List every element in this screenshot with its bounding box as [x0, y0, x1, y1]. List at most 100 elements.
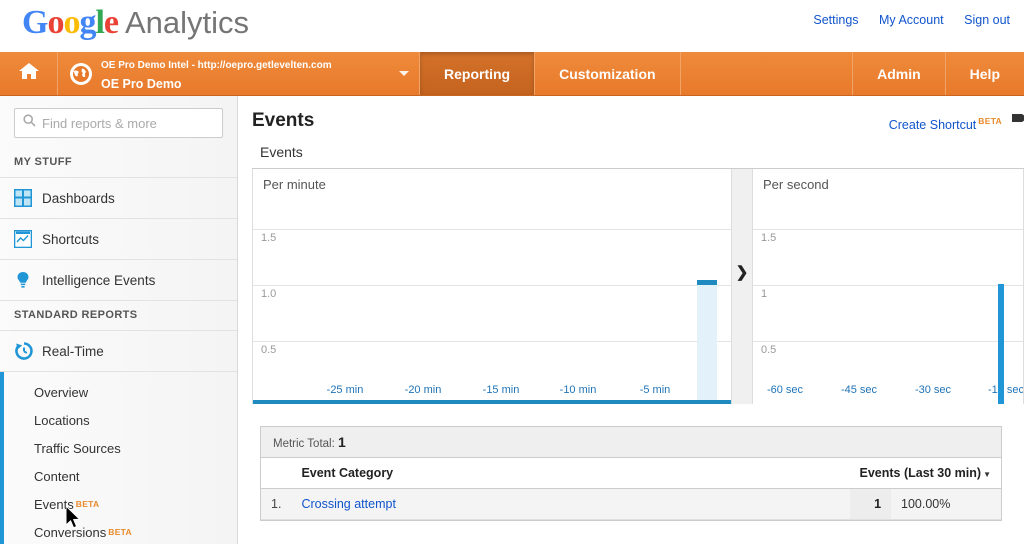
chevron-right-icon: ❯: [735, 264, 749, 281]
xtick-label: -20 min: [404, 384, 442, 396]
sidebar-item-dashboards[interactable]: Dashboards: [0, 178, 237, 219]
sidebar-item-traffic-sources[interactable]: Traffic Sources: [0, 434, 237, 462]
realtime-subnav: Overview Locations Traffic Sources Conte…: [0, 372, 237, 544]
sidebar-section-standard-reports: STANDARD REPORTS: [0, 301, 237, 331]
dashboards-icon: [14, 189, 42, 207]
metric-total-value: 1: [337, 434, 346, 450]
sidebar-item-overview[interactable]: Overview: [0, 378, 237, 406]
lightbulb-icon: [14, 271, 42, 289]
page-header: Events Create Shortcut BETA: [252, 96, 1024, 140]
chart-baseline: [253, 400, 731, 404]
row-events-value: 1: [849, 488, 892, 520]
tab-customization[interactable]: Customization: [535, 52, 681, 95]
beta-badge: BETA: [75, 499, 100, 509]
xtick-label: -15 sec: [987, 384, 1024, 396]
chart-per-second: Per second 1.5 1 0.5 -60 sec -45 sec -30…: [752, 169, 1024, 404]
section-title: Events: [260, 144, 303, 160]
sidebar-item-events[interactable]: Events BETA: [0, 490, 237, 518]
column-events-last-30-min[interactable]: Events (Last 30 min) ▼: [849, 458, 1001, 489]
ytick-label: 0.5: [261, 344, 277, 356]
home-icon: [18, 61, 40, 86]
sidebar-subitem-label: Content: [34, 468, 80, 484]
sidebar-item-real-time[interactable]: Real-Time: [0, 331, 237, 372]
sidebar-item-conversions[interactable]: Conversions BETA: [0, 518, 237, 544]
nav-right-group: Admin Help: [853, 52, 1024, 95]
sidebar-subitem-label: Conversions: [34, 524, 107, 540]
bar-per-second-latest[interactable]: [998, 284, 1004, 404]
table-header-row: Event Category Events (Last 30 min) ▼: [261, 458, 1001, 489]
sidebar-subitem-label: Events: [34, 496, 74, 512]
column-events-label: Events (Last 30 min): [859, 466, 982, 480]
row-category-link[interactable]: Crossing attempt: [301, 497, 395, 511]
property-name: OE Pro Demo: [101, 76, 182, 91]
ytick-label: 1.5: [761, 232, 777, 244]
realtime-icon: [14, 341, 42, 361]
create-shortcut-link[interactable]: Create Shortcut: [889, 118, 977, 132]
ytick-label: 0.5: [761, 344, 777, 356]
main-area: MY STUFF Dashboards: [0, 96, 1024, 544]
tab-help[interactable]: Help: [946, 52, 1024, 95]
settings-link[interactable]: Settings: [813, 13, 858, 27]
sidebar-search-wrap: [0, 96, 237, 148]
sidebar-item-intelligence-events[interactable]: Intelligence Events: [0, 260, 237, 301]
xtick-label: -15 min: [482, 384, 520, 396]
xtick-label: -25 min: [326, 384, 364, 396]
sidebar-item-shortcuts[interactable]: Shortcuts: [0, 219, 237, 260]
xtick-label: -30 sec: [914, 384, 952, 396]
search-input[interactable]: [42, 115, 218, 131]
sidebar: MY STUFF Dashboards: [0, 96, 238, 544]
sidebar-item-locations[interactable]: Locations: [0, 406, 237, 434]
row-category: Crossing attempt: [291, 488, 850, 520]
google-analytics-logo: Google Analytics: [22, 4, 250, 41]
sign-out-link[interactable]: Sign out: [964, 13, 1010, 27]
sidebar-item-label: Dashboards: [42, 190, 115, 206]
chart-separator: ❯: [732, 169, 752, 404]
sort-descending-icon: ▼: [983, 470, 991, 479]
sidebar-subitem-label: Traffic Sources: [34, 440, 121, 456]
search-icon: [23, 114, 36, 132]
sidebar-subitem-label: Overview: [34, 384, 89, 400]
property-url: OE Pro Demo Intel - http://oepro.getleve…: [101, 59, 332, 71]
search-box[interactable]: [14, 108, 223, 138]
sidebar-item-label: Shortcuts: [42, 231, 100, 247]
sidebar-subitem-label: Locations: [34, 412, 90, 428]
top-bar: Google Analytics Settings My Account Sign…: [0, 0, 1024, 52]
ytick-label: 1.5: [261, 232, 277, 244]
page-title: Events: [252, 110, 315, 131]
tab-reporting[interactable]: Reporting: [420, 52, 536, 95]
beta-badge: BETA: [108, 527, 132, 537]
xtick-label: -60 sec: [766, 384, 804, 396]
home-button[interactable]: [0, 52, 58, 95]
top-bar-links: Settings My Account Sign out: [796, 13, 1010, 27]
tab-admin[interactable]: Admin: [853, 52, 946, 95]
events-table: Metric Total: 1 Event Category Events (L…: [260, 426, 1002, 521]
my-account-link[interactable]: My Account: [879, 13, 944, 27]
events-data-table: Event Category Events (Last 30 min) ▼ 1. …: [261, 458, 1001, 520]
metric-total: Metric Total: 1: [261, 427, 1001, 458]
globe-icon: [70, 62, 92, 85]
table-row[interactable]: 1. Crossing attempt 1 100.00%: [261, 488, 1001, 520]
sidebar-section-my-stuff: MY STUFF: [0, 148, 237, 178]
property-selector[interactable]: OE Pro Demo Intel - http://oepro.getleve…: [58, 52, 420, 95]
ytick-label: 1.0: [261, 288, 277, 300]
row-index: 1.: [261, 488, 292, 520]
sidebar-item-label: Real-Time: [42, 343, 104, 359]
primary-navigation-bar: OE Pro Demo Intel - http://oepro.getleve…: [0, 52, 1024, 96]
beta-badge: BETA: [978, 116, 1002, 126]
create-shortcut-group: Create Shortcut BETA: [889, 116, 1002, 132]
column-event-category[interactable]: Event Category: [291, 458, 850, 489]
email-share-icon[interactable]: [1010, 110, 1024, 131]
chart-per-minute: Per minute 1.5 1.0 0.5 -25 min -20 min -…: [252, 169, 732, 404]
xtick-label: -5 min: [639, 384, 671, 396]
logo-analytics-text: Analytics: [125, 5, 250, 40]
bar-per-minute-latest[interactable]: [697, 280, 717, 400]
metric-total-label: Metric Total:: [273, 438, 335, 450]
content-area: Events Create Shortcut BETA Events Per mi…: [238, 96, 1024, 544]
shortcuts-icon: [14, 230, 42, 248]
chart-per-minute-title: Per minute: [263, 177, 326, 192]
sidebar-item-content[interactable]: Content: [0, 462, 237, 490]
realtime-charts: Per minute 1.5 1.0 0.5 -25 min -20 min -…: [252, 168, 1024, 404]
xtick-label: -45 sec: [840, 384, 878, 396]
chevron-down-icon[interactable]: [399, 71, 409, 76]
nav-spacer: [681, 52, 854, 95]
